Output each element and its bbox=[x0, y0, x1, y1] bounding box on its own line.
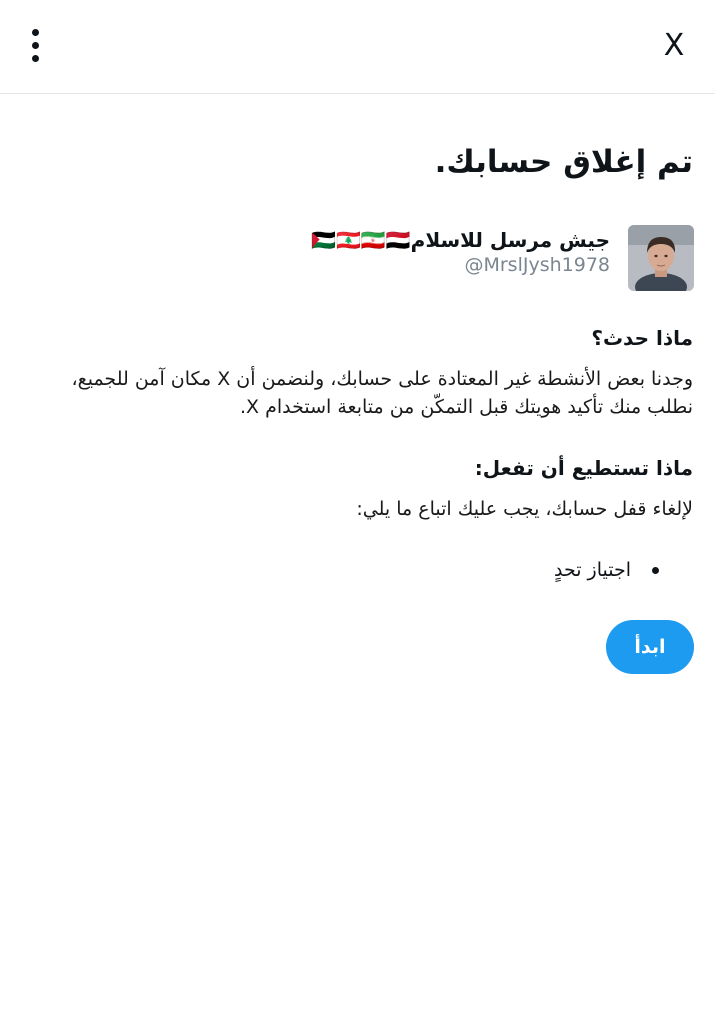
avatar bbox=[628, 225, 694, 291]
start-button[interactable]: ابدأ bbox=[606, 620, 694, 674]
top-bar: X bbox=[0, 0, 715, 94]
more-vertical-icon-dot bbox=[32, 42, 39, 49]
account-handle: @MrslJysh1978 bbox=[464, 254, 610, 276]
list-item: اجتياز تحدٍ bbox=[554, 556, 660, 584]
avatar-image bbox=[628, 225, 694, 291]
what-you-can-do-text: لإلغاء قفل حسابك، يجب عليك اتباع ما يلي: bbox=[356, 498, 693, 520]
more-vertical-icon bbox=[32, 29, 39, 36]
more-options-button[interactable] bbox=[22, 26, 50, 66]
steps-list: اجتياز تحدٍ bbox=[554, 556, 660, 584]
what-happened-heading: ماذا حدث؟ bbox=[591, 326, 693, 350]
what-you-can-do-heading: ماذا تستطيع أن تفعل: bbox=[474, 456, 693, 480]
close-x-icon: X bbox=[663, 28, 685, 63]
close-button[interactable]: X bbox=[659, 28, 689, 64]
page-title: تم إغلاق حسابك. bbox=[434, 144, 693, 180]
more-vertical-icon-dot bbox=[32, 55, 39, 62]
what-happened-text: وجدنا بعض الأنشطة غير المعتادة على حسابك… bbox=[71, 368, 693, 418]
account-display-name: جيش مرسل للاسلام🇵🇸🇱🇧🇮🇷🇾🇪 bbox=[311, 228, 610, 252]
